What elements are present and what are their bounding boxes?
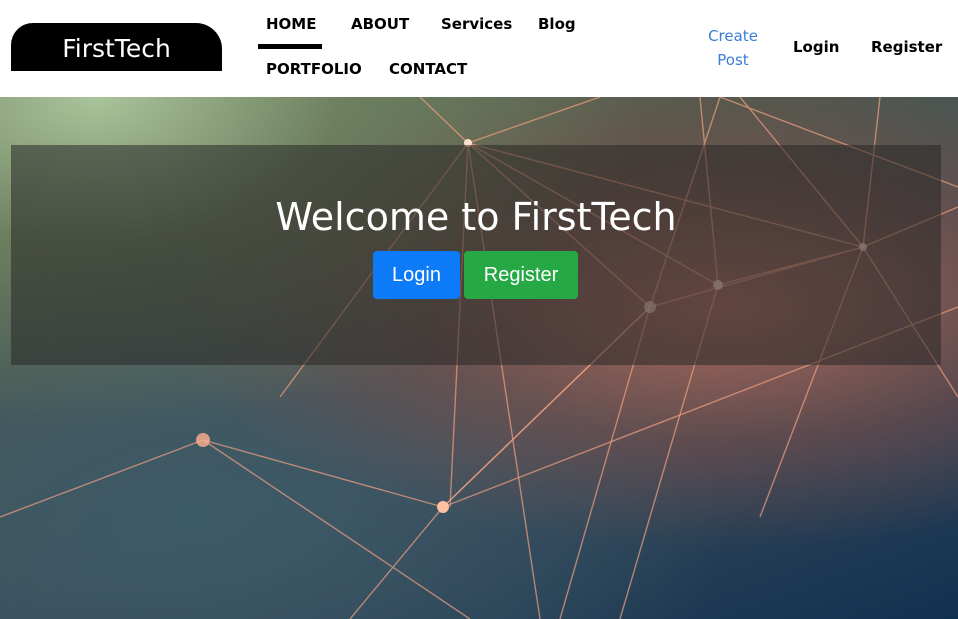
- welcome-title: Welcome to FirstTech: [275, 195, 677, 239]
- nav-register[interactable]: Register: [871, 38, 942, 56]
- welcome-jumbotron: Welcome to FirstTech Login Register: [11, 145, 941, 365]
- hero-register-button[interactable]: Register: [464, 251, 578, 299]
- hero-section: Welcome to FirstTech Login Register: [0, 97, 958, 619]
- active-nav-indicator: [258, 44, 322, 49]
- nav-about[interactable]: ABOUT: [351, 15, 409, 33]
- nav-contact[interactable]: CONTACT: [389, 60, 467, 78]
- nav-login[interactable]: Login: [793, 38, 839, 56]
- hero-login-button[interactable]: Login: [373, 251, 460, 299]
- create-post-link[interactable]: Create Post: [705, 24, 761, 72]
- nav-portfolio[interactable]: PORTFOLIO: [266, 60, 362, 78]
- nav-home[interactable]: HOME: [266, 15, 316, 33]
- nav-services[interactable]: Services: [441, 15, 512, 33]
- top-navbar: FirstTech HOME ABOUT Services Blog PORTF…: [0, 0, 958, 97]
- logo[interactable]: FirstTech: [11, 23, 222, 71]
- nav-blog[interactable]: Blog: [538, 15, 576, 33]
